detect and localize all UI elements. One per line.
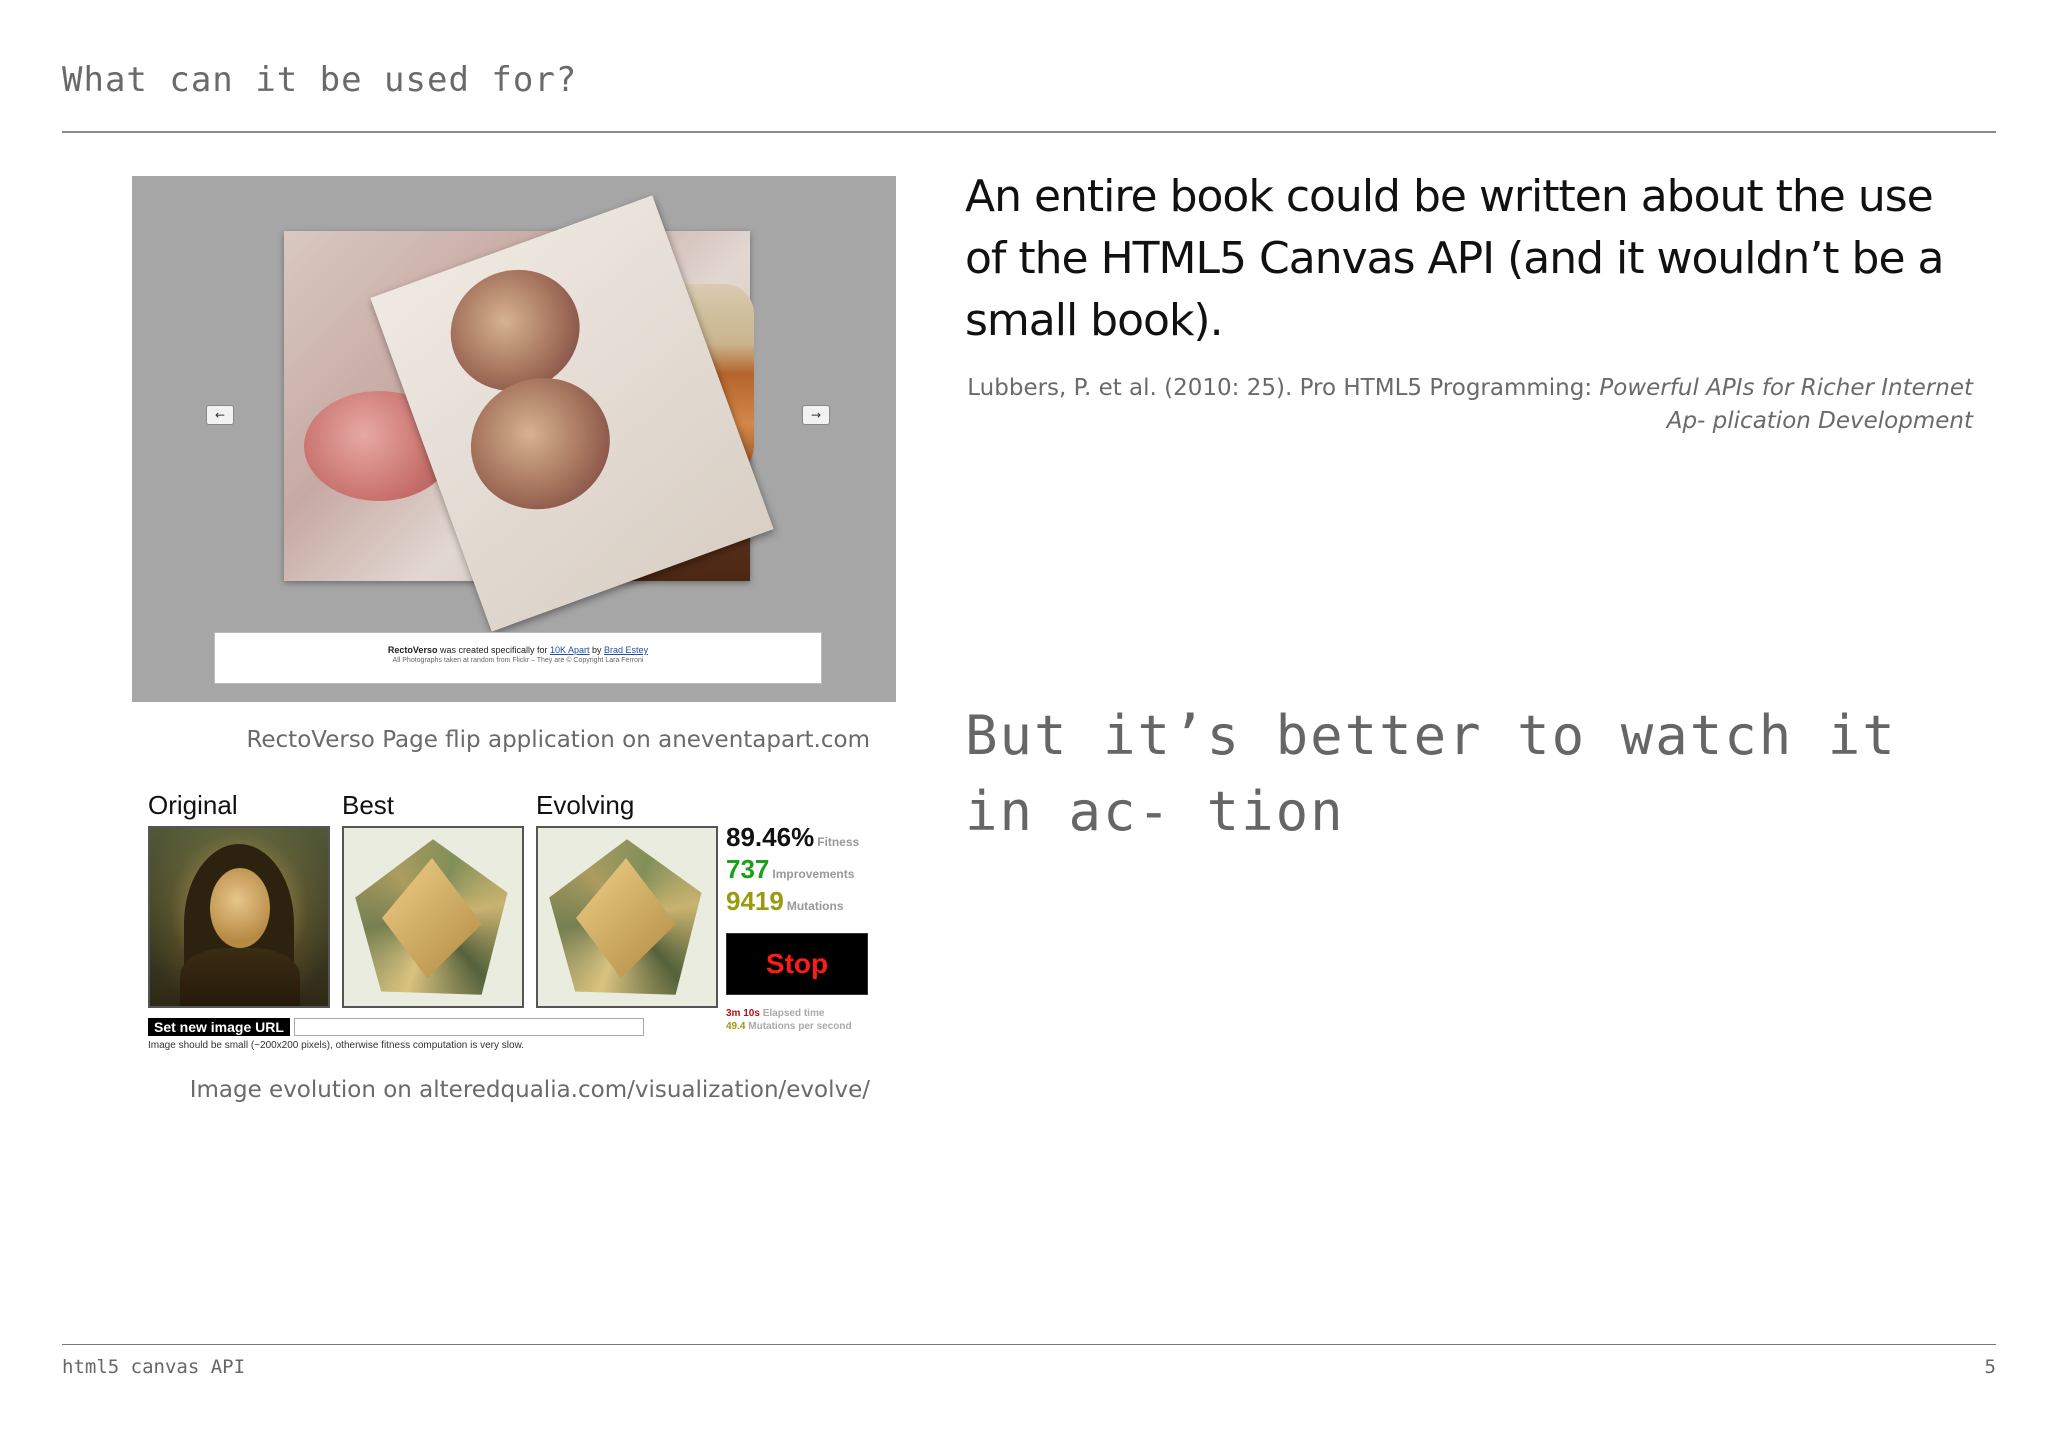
label-best: Best	[342, 790, 395, 820]
credit-line-2: All Photographs taken at random from Fli…	[392, 657, 644, 664]
image-url-input[interactable]	[293, 1018, 644, 1036]
set-image-url-button[interactable]: Set new image URL	[148, 1018, 290, 1036]
muffin-bottom	[452, 358, 629, 529]
quote-text: An entire book could be written about th…	[965, 171, 1945, 346]
improvements-label: Improvements	[772, 867, 855, 881]
mutations-value: 9419	[726, 886, 784, 916]
footer-rule	[62, 1344, 1996, 1345]
fitness-stat: 89.46% Fitness	[726, 822, 859, 853]
improvements-stat: 737 Improvements	[726, 854, 854, 885]
evolve-caption: Image evolution on alteredqualia.com/vis…	[189, 1077, 870, 1103]
slide-title: What can it be used for?	[62, 60, 578, 100]
best-image	[342, 826, 524, 1008]
rectoverso-screenshot: ← → RectoVerso was created specifically …	[132, 176, 896, 702]
fitness-value: 89.46%	[726, 822, 815, 852]
credit-box: RectoVerso was created specifically for …	[214, 632, 822, 684]
evolve-screenshot: Original Best Evolving 89.46% Fitness 737…	[140, 788, 900, 1058]
credit-name: RectoVerso	[387, 645, 438, 655]
link-10k-apart[interactable]: 10K Apart	[550, 645, 590, 655]
rate-stat: 49.4 Mutations per second	[726, 1021, 852, 1032]
watch-text: But it’s better to watch it in ac- tion	[965, 704, 1897, 843]
label-original: Original	[148, 790, 238, 820]
elapsed-value: 3m 10s	[726, 1008, 760, 1019]
label-evolving: Evolving	[536, 790, 635, 820]
original-face	[210, 868, 270, 948]
original-body	[180, 948, 300, 1006]
page-number: 5	[1984, 1356, 1996, 1378]
elapsed-label: Elapsed time	[762, 1008, 825, 1019]
fitness-label: Fitness	[817, 835, 860, 849]
link-brad-estey[interactable]: Brad Estey	[604, 645, 648, 655]
next-page-button[interactable]: →	[802, 405, 830, 425]
header-rule	[62, 131, 1996, 133]
evolving-image	[536, 826, 718, 1008]
credit-line: RectoVerso was created specifically for …	[215, 645, 821, 655]
prev-page-button[interactable]: ←	[206, 405, 234, 425]
original-image	[148, 826, 330, 1008]
elapsed-stat: 3m 10s Elapsed time	[726, 1008, 824, 1019]
credit-by: by	[589, 645, 605, 655]
mutations-stat: 9419 Mutations	[726, 886, 844, 917]
citation: Lubbers, P. et al. (2010: 25). Pro HTML5…	[965, 372, 1973, 438]
url-hint: Image should be small (~200x200 pixels),…	[148, 1040, 525, 1051]
rectoverso-caption: RectoVerso Page flip application on anev…	[246, 727, 870, 753]
rate-label: Mutations per second	[748, 1021, 852, 1032]
url-row: Set new image URL	[148, 1018, 644, 1036]
improvements-value: 737	[726, 854, 770, 884]
citation-italic: Powerful APIs for Richer Internet Ap- pl…	[1599, 375, 1973, 434]
footer-title: html5 canvas API	[62, 1356, 246, 1378]
credit-mid: was created specifically for	[437, 645, 550, 655]
citation-plain: Lubbers, P. et al. (2010: 25). Pro HTML5…	[967, 375, 1600, 401]
rate-value: 49.4	[726, 1021, 746, 1032]
stop-button[interactable]: Stop	[726, 933, 868, 995]
mutations-label: Mutations	[786, 899, 844, 913]
